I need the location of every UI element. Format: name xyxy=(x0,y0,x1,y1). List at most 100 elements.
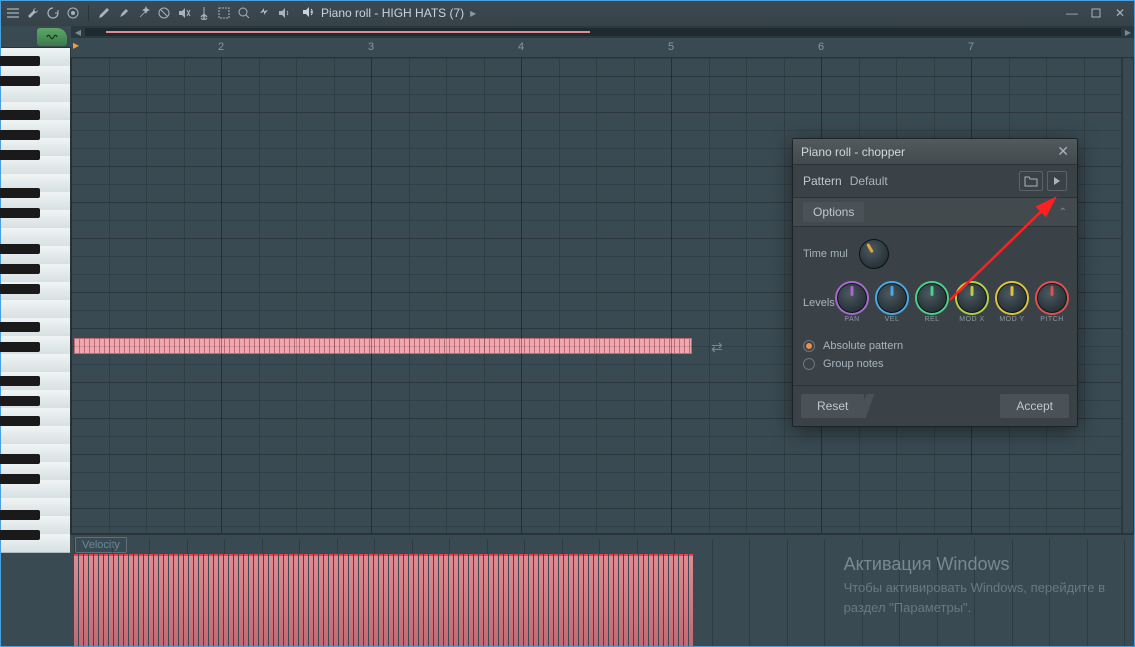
velocity-bar[interactable] xyxy=(349,554,353,646)
velocity-bar[interactable] xyxy=(434,554,438,646)
velocity-bar[interactable] xyxy=(409,554,413,646)
velocity-bar[interactable] xyxy=(564,554,568,646)
velocity-bar[interactable] xyxy=(534,554,538,646)
zoom-icon[interactable] xyxy=(235,4,253,22)
velocity-bar[interactable] xyxy=(664,554,668,646)
maximize-button[interactable] xyxy=(1085,4,1107,22)
velocity-bar[interactable] xyxy=(264,554,268,646)
velocity-bar[interactable] xyxy=(629,554,633,646)
velocity-bar[interactable] xyxy=(129,554,133,646)
velocity-bar[interactable] xyxy=(89,554,93,646)
velocity-bar[interactable] xyxy=(164,554,168,646)
dialog-close-button[interactable]: ✕ xyxy=(1057,143,1069,160)
velocity-bar[interactable] xyxy=(549,554,553,646)
velocity-bar[interactable] xyxy=(524,554,528,646)
velocity-bar[interactable] xyxy=(244,554,248,646)
velocity-bar[interactable] xyxy=(689,554,693,646)
velocity-bar[interactable] xyxy=(324,554,328,646)
velocity-bar[interactable] xyxy=(464,554,468,646)
velocity-bar[interactable] xyxy=(154,554,158,646)
velocity-bar[interactable] xyxy=(159,554,163,646)
velocity-bar[interactable] xyxy=(594,554,598,646)
velocity-bar[interactable] xyxy=(384,554,388,646)
velocity-bar[interactable] xyxy=(619,554,623,646)
velocity-bar[interactable] xyxy=(274,554,278,646)
horizontal-scrollbar[interactable]: ◀ ▶ xyxy=(71,26,1135,38)
record-icon[interactable] xyxy=(64,4,82,22)
velocity-bar[interactable] xyxy=(654,554,658,646)
velocity-bar[interactable] xyxy=(284,554,288,646)
velocity-bar[interactable] xyxy=(519,554,523,646)
velocity-bar[interactable] xyxy=(104,554,108,646)
next-button[interactable] xyxy=(1047,171,1067,191)
waveform-tab[interactable] xyxy=(37,28,67,46)
velocity-bar[interactable] xyxy=(444,554,448,646)
velocity-bar[interactable] xyxy=(489,554,493,646)
speaker-icon[interactable] xyxy=(275,4,293,22)
pencil-icon[interactable] xyxy=(95,4,113,22)
dialog-header[interactable]: Piano roll - chopper ✕ xyxy=(793,139,1077,165)
velocity-bar[interactable] xyxy=(379,554,383,646)
velocity-bar[interactable] xyxy=(119,554,123,646)
velocity-bar[interactable] xyxy=(94,554,98,646)
velocity-bar[interactable] xyxy=(289,554,293,646)
velocity-bar[interactable] xyxy=(299,554,303,646)
velocity-bar[interactable] xyxy=(214,554,218,646)
velocity-bar[interactable] xyxy=(169,554,173,646)
velocity-bar[interactable] xyxy=(559,554,563,646)
time-ruler[interactable]: ▸ 234567 xyxy=(71,38,1135,58)
radio-on-icon[interactable] xyxy=(803,340,815,352)
velocity-bar[interactable] xyxy=(249,554,253,646)
brush-icon[interactable] xyxy=(115,4,133,22)
radio-off-icon[interactable] xyxy=(803,358,815,370)
velocity-bar[interactable] xyxy=(539,554,543,646)
velocity-bar[interactable] xyxy=(459,554,463,646)
refresh-icon[interactable] xyxy=(44,4,62,22)
level-knob-rel[interactable]: REL xyxy=(917,283,947,323)
velocity-bar[interactable] xyxy=(479,554,483,646)
velocity-bar[interactable] xyxy=(174,554,178,646)
velocity-bar[interactable] xyxy=(354,554,358,646)
velocity-bar[interactable] xyxy=(269,554,273,646)
velocity-bar[interactable] xyxy=(614,554,618,646)
time-mul-knob[interactable] xyxy=(859,239,889,269)
velocity-bar[interactable] xyxy=(639,554,643,646)
velocity-bar[interactable] xyxy=(504,554,508,646)
velocity-bar[interactable] xyxy=(359,554,363,646)
velocity-bar[interactable] xyxy=(674,554,678,646)
velocity-bar[interactable] xyxy=(114,554,118,646)
velocity-bar[interactable] xyxy=(369,554,373,646)
velocity-bar[interactable] xyxy=(319,554,323,646)
velocity-bar[interactable] xyxy=(194,554,198,646)
piano-keyboard[interactable]: /*generated below visually*/ C6 C5 xyxy=(0,48,71,533)
cut-icon[interactable] xyxy=(195,4,213,22)
velocity-bar[interactable] xyxy=(679,554,683,646)
title-arrow-icon[interactable]: ▸ xyxy=(470,6,476,20)
velocity-bar[interactable] xyxy=(99,554,103,646)
velocity-bar[interactable] xyxy=(314,554,318,646)
play-icon[interactable] xyxy=(255,4,273,22)
velocity-bar[interactable] xyxy=(399,554,403,646)
level-knob-pan[interactable]: PAN xyxy=(837,283,867,323)
velocity-bar[interactable] xyxy=(554,554,558,646)
close-button[interactable]: ✕ xyxy=(1109,4,1131,22)
velocity-bar[interactable] xyxy=(204,554,208,646)
group-notes-radio[interactable]: Group notes xyxy=(803,355,1067,373)
velocity-bar[interactable] xyxy=(139,554,143,646)
velocity-bar[interactable] xyxy=(484,554,488,646)
velocity-bar[interactable] xyxy=(364,554,368,646)
wand-icon[interactable] xyxy=(135,4,153,22)
velocity-bar[interactable] xyxy=(254,554,258,646)
velocity-bar[interactable] xyxy=(669,554,673,646)
velocity-bar[interactable] xyxy=(659,554,663,646)
absolute-pattern-radio[interactable]: Absolute pattern xyxy=(803,337,1067,355)
options-tab[interactable]: Options xyxy=(803,202,864,222)
velocity-bar[interactable] xyxy=(344,554,348,646)
velocity-bar[interactable] xyxy=(494,554,498,646)
velocity-bar[interactable] xyxy=(259,554,263,646)
velocity-bar[interactable] xyxy=(374,554,378,646)
velocity-bar[interactable] xyxy=(624,554,628,646)
velocity-bar[interactable] xyxy=(184,554,188,646)
velocity-bar[interactable] xyxy=(449,554,453,646)
channel-speaker-icon[interactable] xyxy=(301,5,315,22)
